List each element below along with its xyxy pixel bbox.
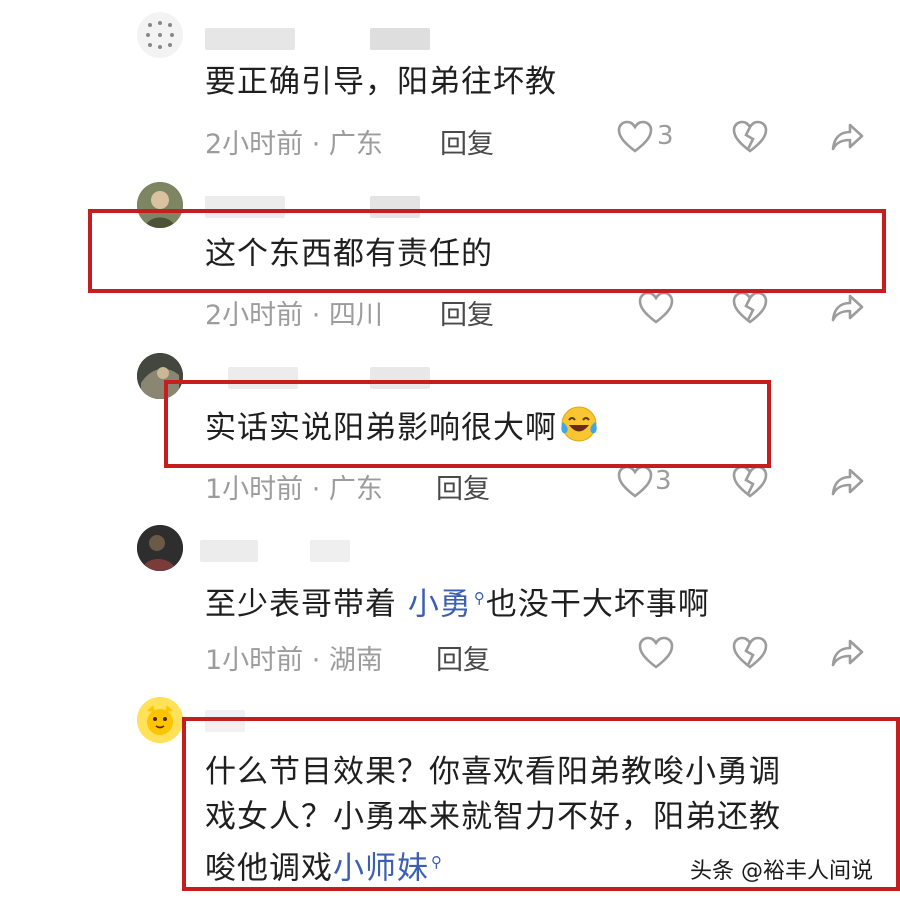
share-arrow-icon[interactable] [828, 117, 868, 157]
comment-meta: 1小时前 · 湖南 [205, 645, 383, 676]
broken-heart-icon[interactable] [730, 117, 770, 157]
like-count: 3 [655, 466, 672, 496]
heart-outline-icon[interactable] [636, 633, 676, 673]
share-arrow-icon[interactable] [828, 633, 868, 673]
heart-outline-icon[interactable] [636, 288, 676, 328]
share-arrow-icon[interactable] [828, 462, 868, 502]
comment-text: 至少表哥带着 小勇 ⚲也没干大坏事啊 [205, 576, 710, 626]
broken-heart-icon[interactable] [730, 462, 770, 502]
comment-meta: 2小时前 · 四川 [205, 300, 383, 331]
avatar[interactable] [137, 12, 183, 58]
heart-outline-icon[interactable] [615, 462, 655, 502]
username-blurred [310, 540, 350, 562]
avatar[interactable] [137, 525, 183, 571]
broken-heart-icon[interactable] [730, 633, 770, 673]
highlight-box [88, 209, 886, 293]
reply-button[interactable]: 回复 [436, 467, 490, 506]
topic-link[interactable]: 小勇 [408, 586, 472, 622]
comment-text: 要正确引导，阳弟往坏教 [205, 64, 557, 100]
avatar[interactable] [137, 697, 183, 743]
reply-button[interactable]: 回复 [436, 638, 490, 677]
comment-meta: 2小时前 · 广东 [205, 129, 383, 160]
watermark: 头条 @裕丰人间说 [690, 859, 873, 884]
username-blurred[interactable] [205, 28, 295, 50]
comment-text-after: 也没干大坏事啊 [485, 586, 710, 623]
broken-heart-icon[interactable] [730, 288, 770, 328]
comment-text-before: 至少表哥带着 [205, 586, 397, 623]
comment-meta: 1小时前 · 广东 [205, 474, 383, 505]
reply-button[interactable]: 回复 [440, 122, 494, 161]
heart-outline-icon[interactable] [615, 117, 655, 157]
username-blurred [370, 28, 430, 50]
search-icon[interactable]: ⚲ [474, 589, 486, 607]
share-arrow-icon[interactable] [828, 288, 868, 328]
username-blurred[interactable] [200, 540, 258, 562]
like-count: 3 [657, 121, 674, 151]
reply-button[interactable]: 回复 [440, 293, 494, 332]
highlight-box [164, 380, 771, 468]
